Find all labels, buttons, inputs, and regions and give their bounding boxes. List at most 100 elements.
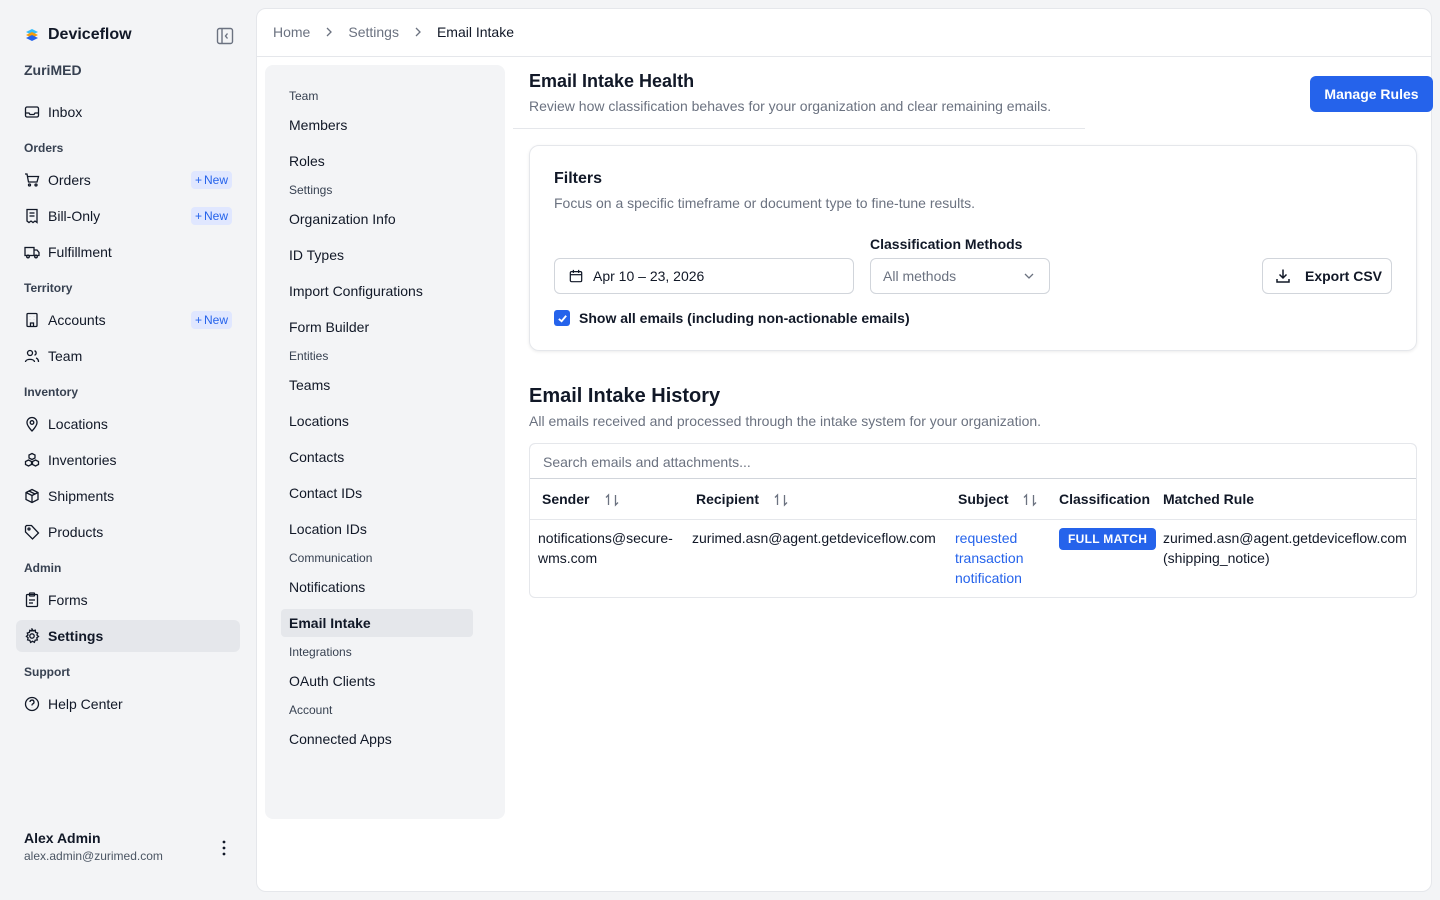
column-subject[interactable]: Subject bbox=[958, 491, 1009, 507]
nav-section-inventory: Inventory bbox=[24, 385, 79, 399]
show-all-emails-toggle[interactable]: Show all emails (including non-actionabl… bbox=[554, 310, 910, 326]
email-history-table: Search emails and attachments... Sender … bbox=[529, 443, 1417, 598]
show-all-emails-label: Show all emails (including non-actionabl… bbox=[579, 310, 910, 326]
sidebar-item-accounts[interactable]: Accounts + New bbox=[16, 304, 240, 336]
cart-icon bbox=[25, 173, 40, 187]
settings-item-email-intake[interactable]: Email Intake bbox=[281, 609, 473, 637]
page-title: Email Intake Health bbox=[529, 71, 695, 91]
manage-rules-button[interactable]: Manage Rules bbox=[1310, 76, 1433, 112]
inbox-icon bbox=[24, 106, 40, 118]
settings-item-roles[interactable]: Roles bbox=[281, 147, 473, 175]
sidebar-item-inventories[interactable]: Inventories bbox=[16, 444, 240, 476]
settings-item-contacts[interactable]: Contacts bbox=[281, 443, 473, 471]
user-email: alex.admin@zurimed.com bbox=[24, 849, 163, 863]
receipt-icon bbox=[26, 208, 38, 224]
brand[interactable]: Deviceflow bbox=[24, 26, 132, 44]
settings-item-id-types[interactable]: ID Types bbox=[281, 241, 473, 269]
sort-icon[interactable] bbox=[1022, 492, 1038, 508]
row-matched-rule: zurimed.asn@agent.getdeviceflow.com (shi… bbox=[1163, 530, 1407, 566]
breadcrumb-settings[interactable]: Settings bbox=[348, 24, 399, 40]
boxes-icon bbox=[24, 452, 40, 467]
row-sender: notifications@secure- wms.com bbox=[538, 530, 673, 566]
export-csv-button[interactable]: Export CSV bbox=[1262, 258, 1392, 294]
settings-section-account: Account bbox=[289, 703, 333, 717]
classification-methods-label: Classification Methods bbox=[870, 236, 1023, 252]
column-sender[interactable]: Sender bbox=[542, 491, 589, 507]
settings-item-form-builder[interactable]: Form Builder bbox=[281, 313, 473, 341]
sidebar-collapse-icon[interactable] bbox=[216, 27, 234, 45]
plus-icon: + bbox=[194, 313, 202, 327]
sidebar-item-products[interactable]: Products bbox=[16, 516, 240, 548]
settings-item-location-ids[interactable]: Location IDs bbox=[281, 515, 473, 543]
settings-item-oauth-clients[interactable]: OAuth Clients bbox=[281, 667, 473, 695]
sidebar-item-fulfillment[interactable]: Fulfillment bbox=[16, 236, 240, 268]
breadcrumb-current: Email Intake bbox=[436, 24, 514, 40]
history-title: Email Intake History bbox=[529, 385, 721, 407]
settings-item-members[interactable]: Members bbox=[281, 111, 473, 139]
main-nav: Inbox Orders Orders + New Bill-Only + New … bbox=[16, 96, 240, 724]
gear-icon bbox=[25, 628, 40, 644]
settings-section-entities: Entities bbox=[289, 349, 329, 363]
user-name: Alex Admin bbox=[24, 830, 101, 846]
sidebar-item-help-center[interactable]: Help Center bbox=[16, 688, 240, 720]
settings-item-locations[interactable]: Locations bbox=[281, 407, 473, 435]
users-icon bbox=[24, 349, 40, 363]
date-range-value: Apr 10 – 23, 2026 bbox=[593, 268, 705, 284]
sort-icon[interactable] bbox=[773, 492, 789, 508]
filters-title: Filters bbox=[554, 170, 603, 187]
help-circle-icon bbox=[24, 696, 40, 712]
classification-badge: FULL MATCH bbox=[1059, 528, 1157, 550]
chevron-right-icon bbox=[326, 27, 333, 37]
date-range-picker[interactable]: Apr 10 – 23, 2026 bbox=[554, 258, 854, 294]
breadcrumb-home[interactable]: Home bbox=[273, 24, 310, 40]
settings-nav: Team Members Roles Settings Organization… bbox=[265, 65, 505, 819]
more-vertical-icon[interactable] bbox=[216, 838, 232, 858]
settings-section-settings: Settings bbox=[289, 183, 333, 197]
sort-icon[interactable] bbox=[604, 492, 620, 508]
sidebar-item-bill-only[interactable]: Bill-Only + New bbox=[16, 200, 240, 232]
settings-section-integrations: Integrations bbox=[289, 645, 352, 659]
sidebar-item-settings[interactable]: Settings bbox=[16, 620, 240, 652]
column-classification: Classification bbox=[1059, 491, 1151, 507]
new-bill-only-button[interactable]: + New bbox=[190, 207, 232, 225]
settings-item-contact-ids[interactable]: Contact IDs bbox=[281, 479, 473, 507]
settings-item-import-configurations[interactable]: Import Configurations bbox=[281, 277, 473, 305]
settings-item-teams[interactable]: Teams bbox=[281, 371, 473, 399]
nav-section-admin: Admin bbox=[24, 561, 62, 575]
header-divider bbox=[257, 56, 1431, 57]
column-recipient[interactable]: Recipient bbox=[696, 491, 759, 507]
show-all-emails-checkbox[interactable] bbox=[554, 310, 570, 326]
sidebar-item-orders[interactable]: Orders + New bbox=[16, 164, 240, 196]
nav-section-territory: Territory bbox=[24, 281, 73, 295]
classification-methods-value: All methods bbox=[883, 268, 957, 284]
sidebar-item-forms[interactable]: Forms bbox=[16, 584, 240, 616]
org-name[interactable]: ZuriMED bbox=[24, 62, 82, 78]
row-subject-link[interactable]: requested transaction notification bbox=[955, 528, 1023, 588]
user-profile[interactable]: Alex Admin alex.admin@zurimed.com bbox=[24, 830, 163, 863]
building-icon bbox=[26, 312, 38, 328]
settings-item-organization-info[interactable]: Organization Info bbox=[281, 205, 473, 233]
classification-methods-select[interactable]: All methods bbox=[870, 258, 1050, 294]
settings-item-notifications[interactable]: Notifications bbox=[281, 573, 473, 601]
table-header: Sender Recipient Subject Classification … bbox=[530, 480, 1416, 520]
tag-icon bbox=[24, 524, 40, 540]
settings-section-team: Team bbox=[289, 89, 319, 103]
filters-card: Filters Focus on a specific timeframe or… bbox=[529, 145, 1417, 351]
sidebar-item-shipments[interactable]: Shipments bbox=[16, 480, 240, 512]
calendar-icon bbox=[569, 269, 583, 283]
settings-item-connected-apps[interactable]: Connected Apps bbox=[281, 725, 473, 753]
chevron-down-icon bbox=[1024, 273, 1034, 279]
sidebar-item-locations[interactable]: Locations bbox=[16, 408, 240, 440]
nav-section-support: Support bbox=[24, 665, 70, 679]
search-input[interactable]: Search emails and attachments... bbox=[530, 444, 1416, 479]
deviceflow-logo-icon bbox=[26, 29, 38, 41]
sidebar-item-inbox[interactable]: Inbox bbox=[16, 96, 240, 128]
new-account-button[interactable]: + New bbox=[190, 311, 232, 329]
page-subtitle: Review how classification behaves for yo… bbox=[529, 98, 1052, 114]
row-recipient: zurimed.asn@agent.getdeviceflow.com bbox=[692, 530, 936, 546]
truck-icon bbox=[24, 246, 40, 259]
chevron-right-icon bbox=[415, 27, 421, 37]
new-order-button[interactable]: + New bbox=[190, 171, 232, 189]
sidebar-item-team[interactable]: Team bbox=[16, 340, 240, 372]
nav-section-orders: Orders bbox=[24, 141, 64, 155]
